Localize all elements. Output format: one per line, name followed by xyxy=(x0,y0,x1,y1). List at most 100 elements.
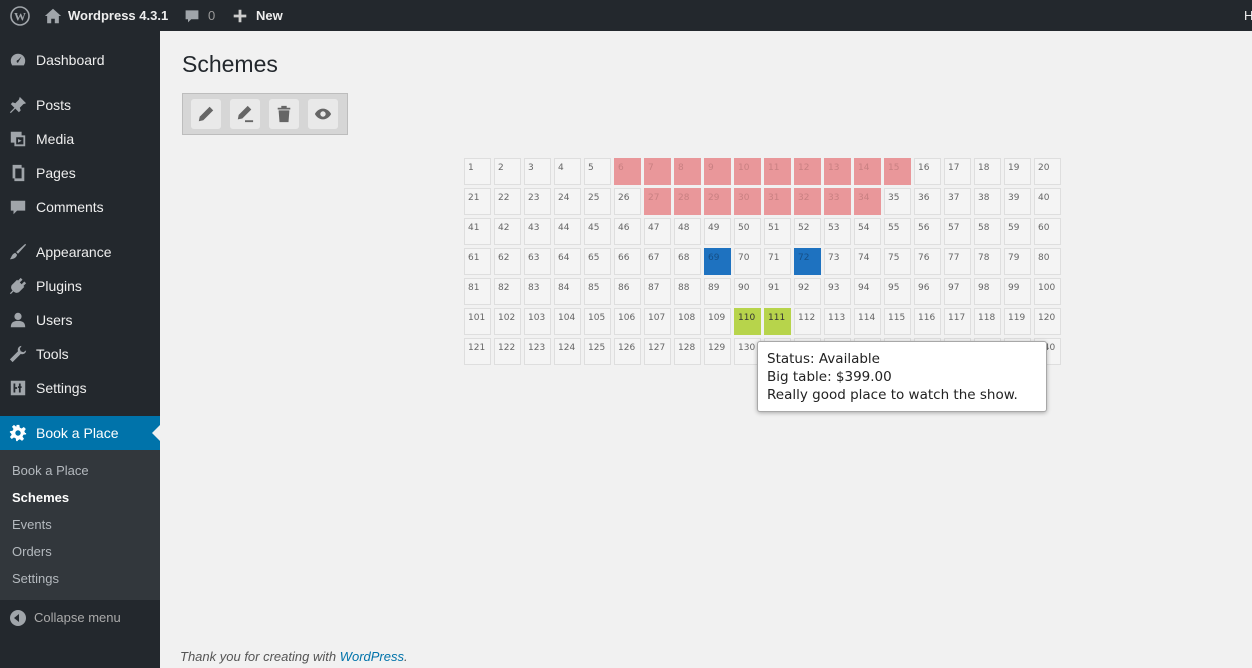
place-cell[interactable]: 53 xyxy=(824,218,851,245)
place-cell[interactable]: 6 xyxy=(614,158,641,185)
place-cell[interactable]: 22 xyxy=(494,188,521,215)
place-cell[interactable]: 82 xyxy=(494,278,521,305)
menu-item-plugins[interactable]: Plugins xyxy=(0,269,160,303)
place-cell[interactable]: 4 xyxy=(554,158,581,185)
place-cell[interactable]: 47 xyxy=(644,218,671,245)
submenu-item-events[interactable]: Events xyxy=(12,517,52,532)
edit-details-button[interactable] xyxy=(230,99,260,129)
place-cell[interactable]: 74 xyxy=(854,248,881,275)
place-cell[interactable]: 99 xyxy=(1004,278,1031,305)
place-cell[interactable]: 113 xyxy=(824,308,851,335)
place-cell[interactable]: 120 xyxy=(1034,308,1061,335)
place-cell[interactable]: 36 xyxy=(914,188,941,215)
place-cell[interactable]: 60 xyxy=(1034,218,1061,245)
new-content-link[interactable]: New xyxy=(233,0,283,31)
place-cell[interactable]: 107 xyxy=(644,308,671,335)
place-cell[interactable]: 14 xyxy=(854,158,881,185)
place-cell[interactable]: 124 xyxy=(554,338,581,365)
place-cell[interactable]: 10 xyxy=(734,158,761,185)
place-cell[interactable]: 12 xyxy=(794,158,821,185)
menu-item-dashboard[interactable]: Dashboard xyxy=(0,43,160,77)
place-cell[interactable]: 45 xyxy=(584,218,611,245)
place-cell[interactable]: 125 xyxy=(584,338,611,365)
place-cell[interactable]: 49 xyxy=(704,218,731,245)
place-cell[interactable]: 11 xyxy=(764,158,791,185)
wordpress-link[interactable]: WordPress xyxy=(340,649,404,664)
place-cell[interactable]: 90 xyxy=(734,278,761,305)
place-cell[interactable]: 77 xyxy=(944,248,971,275)
place-cell[interactable]: 55 xyxy=(884,218,911,245)
place-cell[interactable]: 85 xyxy=(584,278,611,305)
place-cell[interactable]: 8 xyxy=(674,158,701,185)
collapse-menu-button[interactable]: Collapse menu xyxy=(0,601,160,633)
place-cell[interactable]: 13 xyxy=(824,158,851,185)
place-cell[interactable]: 100 xyxy=(1034,278,1061,305)
place-cell[interactable]: 86 xyxy=(614,278,641,305)
place-cell[interactable]: 98 xyxy=(974,278,1001,305)
place-cell[interactable]: 102 xyxy=(494,308,521,335)
place-cell[interactable]: 38 xyxy=(974,188,1001,215)
place-cell[interactable]: 52 xyxy=(794,218,821,245)
wordpress-logo-icon[interactable]: W xyxy=(10,0,30,31)
place-cell[interactable]: 9 xyxy=(704,158,731,185)
place-cell[interactable]: 25 xyxy=(584,188,611,215)
place-cell[interactable]: 5 xyxy=(584,158,611,185)
place-cell[interactable]: 43 xyxy=(524,218,551,245)
place-cell[interactable]: 81 xyxy=(464,278,491,305)
place-cell[interactable]: 44 xyxy=(554,218,581,245)
place-cell[interactable]: 15 xyxy=(884,158,911,185)
submenu-item-settings[interactable]: Settings xyxy=(12,571,59,586)
place-cell[interactable]: 29 xyxy=(704,188,731,215)
place-cell[interactable]: 122 xyxy=(494,338,521,365)
place-cell[interactable]: 72 xyxy=(794,248,821,275)
place-cell[interactable]: 115 xyxy=(884,308,911,335)
place-cell[interactable]: 88 xyxy=(674,278,701,305)
place-cell[interactable]: 30 xyxy=(734,188,761,215)
place-cell[interactable]: 31 xyxy=(764,188,791,215)
place-cell[interactable]: 23 xyxy=(524,188,551,215)
place-cell[interactable]: 40 xyxy=(1034,188,1061,215)
place-cell[interactable]: 64 xyxy=(554,248,581,275)
place-cell[interactable]: 108 xyxy=(674,308,701,335)
place-cell[interactable]: 106 xyxy=(614,308,641,335)
place-cell[interactable]: 28 xyxy=(674,188,701,215)
place-cell[interactable]: 66 xyxy=(614,248,641,275)
comments-link[interactable]: 0 xyxy=(184,0,215,31)
place-cell[interactable]: 16 xyxy=(914,158,941,185)
menu-item-posts[interactable]: Posts xyxy=(0,88,160,122)
place-cell[interactable]: 96 xyxy=(914,278,941,305)
place-cell[interactable]: 42 xyxy=(494,218,521,245)
place-cell[interactable]: 27 xyxy=(644,188,671,215)
place-cell[interactable]: 105 xyxy=(584,308,611,335)
submenu-item-schemes[interactable]: Schemes xyxy=(12,490,69,505)
place-cell[interactable]: 61 xyxy=(464,248,491,275)
place-cell[interactable]: 58 xyxy=(974,218,1001,245)
place-cell[interactable]: 75 xyxy=(884,248,911,275)
place-cell[interactable]: 119 xyxy=(1004,308,1031,335)
place-cell[interactable]: 56 xyxy=(914,218,941,245)
edit-button[interactable] xyxy=(191,99,221,129)
place-cell[interactable]: 129 xyxy=(704,338,731,365)
place-cell[interactable]: 32 xyxy=(794,188,821,215)
place-cell[interactable]: 121 xyxy=(464,338,491,365)
place-cell[interactable]: 126 xyxy=(614,338,641,365)
place-cell[interactable]: 95 xyxy=(884,278,911,305)
place-cell[interactable]: 71 xyxy=(764,248,791,275)
place-cell[interactable]: 101 xyxy=(464,308,491,335)
place-cell[interactable]: 114 xyxy=(854,308,881,335)
submenu-item-book-a-place[interactable]: Book a Place xyxy=(12,463,89,478)
place-cell[interactable]: 20 xyxy=(1034,158,1061,185)
place-cell[interactable]: 46 xyxy=(614,218,641,245)
place-cell[interactable]: 19 xyxy=(1004,158,1031,185)
place-cell[interactable]: 123 xyxy=(524,338,551,365)
place-cell[interactable]: 89 xyxy=(704,278,731,305)
place-cell[interactable]: 26 xyxy=(614,188,641,215)
place-cell[interactable]: 37 xyxy=(944,188,971,215)
place-cell[interactable]: 97 xyxy=(944,278,971,305)
place-cell[interactable]: 41 xyxy=(464,218,491,245)
place-cell[interactable]: 57 xyxy=(944,218,971,245)
place-cell[interactable]: 2 xyxy=(494,158,521,185)
place-cell[interactable]: 94 xyxy=(854,278,881,305)
place-cell[interactable]: 118 xyxy=(974,308,1001,335)
place-cell[interactable]: 39 xyxy=(1004,188,1031,215)
